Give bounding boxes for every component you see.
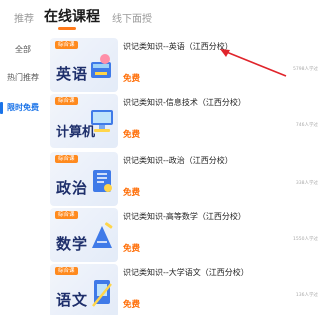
course-subject: 语文 bbox=[56, 291, 89, 309]
course-thumbnail: 综合课 语文 bbox=[50, 264, 118, 315]
course-title: 识记类知识-信息技术（江西分校） bbox=[123, 98, 246, 107]
course-thumbnail: 综合课 数学 bbox=[50, 208, 118, 262]
course-subject: 英语 bbox=[56, 65, 89, 83]
course-thumbnail: 综合课 计算机 bbox=[50, 94, 118, 148]
learner-count: 136人学过 bbox=[295, 293, 318, 298]
course-tag: 综合课 bbox=[55, 41, 78, 49]
course-item[interactable]: 综合课 政治 识记类知识--政治（江西分校） 338人学过 免费 bbox=[50, 152, 320, 207]
sidebar-item-hot[interactable]: 热门推荐 bbox=[0, 66, 46, 90]
course-title: 识记类知识-高等数学（江西分校） bbox=[123, 212, 246, 221]
course-item[interactable]: 综合课 计算机 识记类知识-信息技术（江西分校） 746人学过 免费 bbox=[50, 94, 320, 149]
course-price: 免费 bbox=[123, 244, 141, 254]
course-item[interactable]: 综合课 语文 识记类知识--大学语文（江西分校） 136人学过 免费 bbox=[50, 264, 320, 315]
computer-icon bbox=[91, 110, 113, 132]
course-subject: 数学 bbox=[56, 235, 89, 253]
course-price: 免费 bbox=[123, 300, 141, 310]
course-tag: 综合课 bbox=[55, 155, 78, 163]
chinese-icon bbox=[92, 280, 112, 307]
course-tag: 综合课 bbox=[55, 97, 78, 105]
english-book-icon bbox=[91, 54, 111, 78]
course-thumbnail: 综合课 政治 bbox=[50, 152, 118, 206]
course-item[interactable]: 综合课 数学 识记类知识-高等数学（江西分校） 1550人学过 免费 bbox=[50, 208, 320, 263]
math-icon bbox=[92, 222, 113, 248]
course-title: 识记类知识--英语（江西分校） bbox=[123, 42, 233, 51]
learner-count: 338人学过 bbox=[295, 181, 318, 186]
top-tabs: 推荐 在线课程 线下面授 bbox=[0, 0, 320, 38]
course-subject: 政治 bbox=[56, 179, 89, 197]
sidebar-item-free[interactable]: 限时免费 bbox=[0, 96, 46, 120]
tab-online-courses[interactable]: 在线课程 bbox=[44, 6, 100, 26]
course-price: 免费 bbox=[123, 74, 141, 84]
course-tag: 综合课 bbox=[55, 211, 78, 219]
course-price: 免费 bbox=[123, 130, 141, 140]
course-tag: 综合课 bbox=[55, 267, 78, 275]
active-tab-underline bbox=[58, 27, 76, 30]
course-title: 识记类知识--政治（江西分校） bbox=[123, 156, 233, 165]
politics-icon bbox=[93, 170, 112, 192]
course-item[interactable]: 综合课 英语 识记类知识--英语（江西分校） 5798人学过 免费 bbox=[50, 38, 320, 93]
learner-count: 746人学过 bbox=[295, 123, 318, 128]
course-title: 识记类知识--大学语文（江西分校） bbox=[123, 268, 249, 277]
learner-count: 5798人学过 bbox=[293, 67, 318, 72]
course-thumbnail: 综合课 英语 bbox=[50, 38, 118, 92]
tab-recommend[interactable]: 推荐 bbox=[14, 10, 34, 25]
learner-count: 1550人学过 bbox=[293, 237, 318, 242]
category-sidebar: 全部 热门推荐 限时免费 bbox=[0, 38, 46, 315]
course-price: 免费 bbox=[123, 188, 141, 198]
sidebar-item-all[interactable]: 全部 bbox=[0, 38, 46, 62]
tab-offline[interactable]: 线下面授 bbox=[112, 10, 152, 25]
